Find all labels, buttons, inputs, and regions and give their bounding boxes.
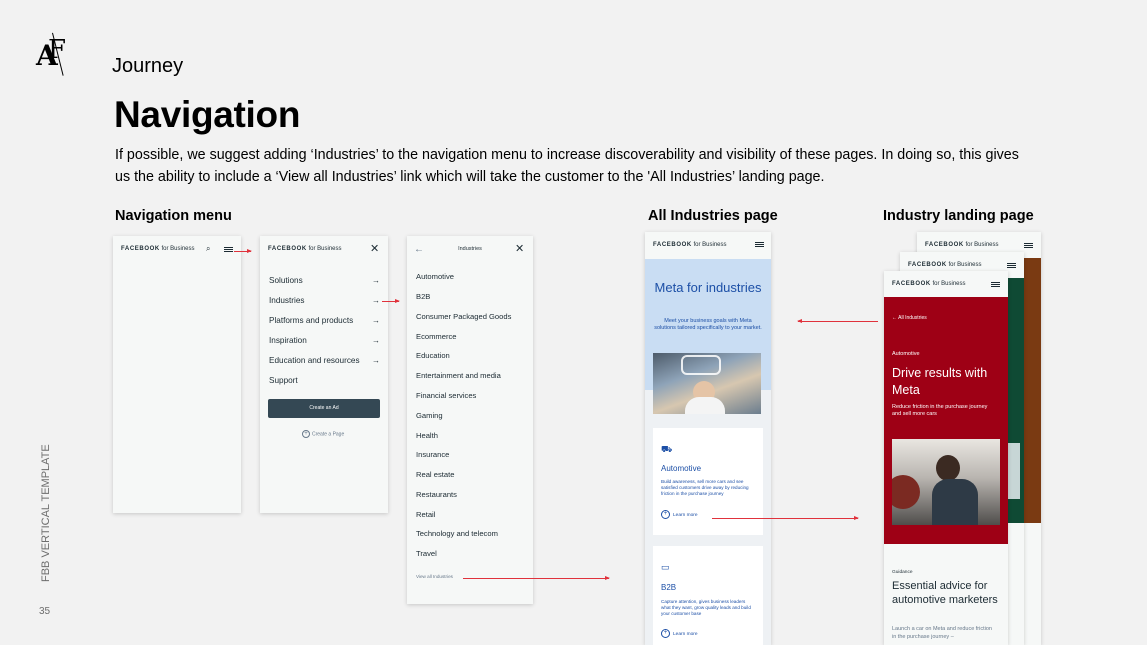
create-ad-button[interactable]: Create an Ad bbox=[268, 399, 380, 418]
card-title: B2B bbox=[661, 583, 677, 592]
col-title-all-industries: All Industries page bbox=[648, 208, 778, 224]
hero-eyebrow: Automotive bbox=[892, 351, 920, 357]
page-number: 35 bbox=[39, 606, 51, 617]
menu-item-support[interactable]: Support bbox=[269, 376, 380, 385]
phone-industry-landing: FACEBOOK for Business ← All Industries A… bbox=[884, 271, 1008, 645]
learn-more-link[interactable]: + Learn more bbox=[661, 510, 698, 519]
industry-item[interactable]: Entertainment and media bbox=[416, 371, 501, 380]
fb-logo: FACEBOOK for Business bbox=[268, 246, 342, 252]
arrow-right-icon: → bbox=[372, 316, 380, 325]
annotation-arrow bbox=[797, 319, 878, 323]
industry-item[interactable]: B2B bbox=[416, 292, 430, 301]
hero-photo bbox=[892, 439, 1000, 525]
fb-header: FACEBOOK for Business bbox=[645, 232, 771, 259]
col-title-industry-landing: Industry landing page bbox=[883, 208, 1034, 224]
fb-header: FACEBOOK for Business ⌕ bbox=[113, 236, 241, 264]
page-description: If possible, we suggest adding ‘Industri… bbox=[115, 147, 1019, 185]
card-text: Capture attention, gives business leader… bbox=[661, 599, 751, 616]
hamburger-icon[interactable] bbox=[224, 247, 233, 252]
fb-logo: FACEBOOK for Business bbox=[908, 262, 982, 268]
fb-logo: FACEBOOK for Business bbox=[121, 246, 195, 252]
hamburger-icon[interactable] bbox=[755, 242, 764, 247]
search-icon[interactable]: ⌕ bbox=[206, 244, 210, 254]
plus-icon: + bbox=[661, 510, 670, 519]
menu-item-inspiration[interactable]: Inspiration → bbox=[269, 336, 380, 345]
industry-card[interactable]: ▭ B2B Capture attention, gives business … bbox=[653, 546, 763, 645]
hero-text: Meet your business goals with Meta solut… bbox=[654, 318, 762, 331]
phone-industries-menu: ← Industries ✕ Automotive B2B Consumer P… bbox=[407, 236, 533, 604]
menu-item-education[interactable]: Education and resources → bbox=[269, 356, 380, 365]
arrow-right-icon: → bbox=[372, 356, 380, 365]
page-title: Navigation bbox=[114, 94, 301, 135]
arrow-right-icon: → bbox=[372, 336, 380, 345]
arrow-right-icon: → bbox=[372, 296, 380, 305]
menu-item-industries[interactable]: Industries → bbox=[269, 296, 380, 305]
hamburger-icon[interactable] bbox=[1007, 263, 1016, 268]
col-title-nav-menu: Navigation menu bbox=[115, 208, 232, 224]
industry-item[interactable]: Consumer Packaged Goods bbox=[416, 312, 511, 321]
card-text: Build awareness, sell more cars and see … bbox=[661, 479, 749, 496]
plus-icon: + bbox=[302, 430, 310, 438]
guidance-title: Essential advice for automotive marketer… bbox=[892, 580, 998, 606]
view-all-industries-link[interactable]: View all Industries bbox=[416, 574, 453, 579]
card-title: Automotive bbox=[661, 464, 702, 473]
plus-icon: + bbox=[661, 629, 670, 638]
hamburger-icon[interactable] bbox=[991, 282, 1000, 287]
guidance-label: Guidance bbox=[892, 570, 913, 575]
industry-item[interactable]: Gaming bbox=[416, 411, 443, 420]
hero-photo bbox=[653, 353, 761, 414]
briefcase-icon: ▭ bbox=[661, 562, 670, 572]
industry-item[interactable]: Real estate bbox=[416, 470, 454, 479]
industry-item[interactable]: Automotive bbox=[416, 272, 454, 281]
guidance-text: Launch a car on Meta and reduce friction… bbox=[892, 626, 992, 640]
annotation-arrow bbox=[712, 516, 859, 520]
annotation-arrow bbox=[463, 576, 610, 580]
af-logo: AF bbox=[36, 32, 70, 77]
industry-item[interactable]: Travel bbox=[416, 549, 437, 558]
hamburger-icon[interactable] bbox=[1024, 243, 1033, 248]
menu-item-platforms[interactable]: Platforms and products → bbox=[269, 316, 380, 325]
industry-item[interactable]: Retail bbox=[416, 510, 435, 519]
create-page-link[interactable]: + Create a Page bbox=[302, 430, 344, 438]
fb-logo: FACEBOOK for Business bbox=[892, 281, 966, 287]
section-label: Journey bbox=[112, 55, 184, 77]
fb-header: FACEBOOK for Business bbox=[884, 271, 1008, 299]
phone-all-industries: FACEBOOK for Business Meta for industrie… bbox=[645, 232, 771, 645]
industry-item[interactable]: Ecommerce bbox=[416, 332, 457, 341]
close-icon[interactable]: ✕ bbox=[370, 242, 379, 255]
annotation-arrow bbox=[382, 299, 400, 303]
car-icon: ⛟ bbox=[661, 444, 673, 454]
industry-item[interactable]: Health bbox=[416, 431, 438, 440]
hero-title: Meta for industries bbox=[654, 280, 762, 295]
annotation-arrow bbox=[234, 249, 252, 253]
template-label: FBB VERTICAL TEMPLATE bbox=[40, 444, 52, 582]
phone-open-nav: FACEBOOK for Business ✕ Solutions → Indus… bbox=[260, 236, 388, 513]
industry-item[interactable]: Financial services bbox=[416, 391, 476, 400]
industry-item[interactable]: Technology and telecom bbox=[416, 529, 498, 538]
learn-more-link[interactable]: + Learn more bbox=[661, 629, 698, 638]
fb-logo: FACEBOOK for Business bbox=[925, 242, 999, 248]
industry-item[interactable]: Restaurants bbox=[416, 490, 457, 499]
back-link[interactable]: ← All Industries bbox=[892, 315, 927, 321]
close-icon[interactable]: ✕ bbox=[515, 242, 524, 255]
hero-title: Drive results with Meta bbox=[892, 366, 988, 397]
hero-section: ← All Industries Automotive Drive result… bbox=[884, 297, 1008, 544]
fb-logo: FACEBOOK for Business bbox=[653, 242, 727, 248]
industry-item[interactable]: Education bbox=[416, 351, 450, 360]
phone-closed-nav: FACEBOOK for Business ⌕ bbox=[113, 236, 241, 513]
menu-item-solutions[interactable]: Solutions → bbox=[269, 276, 380, 285]
industry-item[interactable]: Insurance bbox=[416, 450, 449, 459]
arrow-right-icon: → bbox=[372, 276, 380, 285]
fb-header: FACEBOOK for Business ✕ bbox=[260, 236, 388, 264]
hero-text: Reduce friction in the purchase journey … bbox=[892, 404, 988, 417]
